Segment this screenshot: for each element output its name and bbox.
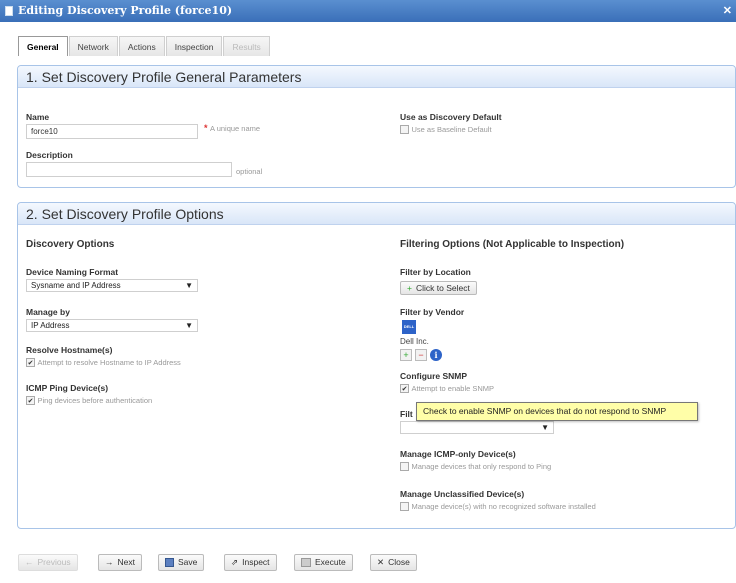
required-flag-icon: * bbox=[204, 123, 208, 133]
dell-logo-icon: DELL bbox=[402, 320, 416, 334]
close-icon: ✕ bbox=[377, 557, 385, 567]
filter-vendor-label: Filter by Vendor bbox=[400, 307, 465, 317]
inspect-icon: ⇗ bbox=[231, 557, 239, 567]
baseline-default-label: Use as Baseline Default bbox=[411, 125, 492, 134]
unclassified-checkbox[interactable] bbox=[400, 502, 409, 512]
configure-snmp-label: Configure SNMP bbox=[400, 371, 468, 381]
add-vendor-icon[interactable]: + bbox=[400, 349, 412, 361]
naming-format-select[interactable]: Sysname and IP Address ▼ bbox=[26, 279, 198, 292]
configure-snmp-text: Attempt to enable SNMP bbox=[411, 384, 495, 393]
save-label: Save bbox=[178, 557, 198, 567]
description-input[interactable] bbox=[26, 162, 232, 177]
baseline-default-checkbox[interactable] bbox=[400, 125, 409, 135]
discovery-options-heading: Discovery Options bbox=[26, 239, 115, 250]
info-icon[interactable]: i bbox=[430, 349, 442, 361]
save-icon bbox=[165, 558, 174, 567]
unclassified-label: Manage Unclassified Device(s) bbox=[400, 489, 525, 499]
icmp-ping-text: Ping devices before authentication bbox=[37, 396, 153, 405]
section-general-parameters: 1. Set Discovery Profile General Paramet… bbox=[17, 65, 736, 188]
configure-snmp-option: Attempt to enable SNMP bbox=[400, 383, 495, 394]
save-button[interactable]: Save bbox=[158, 554, 205, 571]
unclassified-text: Manage device(s) with no recognized soft… bbox=[411, 502, 596, 511]
icmp-ping-option: Ping devices before authentication bbox=[26, 395, 153, 406]
resolve-hostname-label: Resolve Hostname(s) bbox=[26, 345, 113, 355]
arrow-left-icon: ← bbox=[25, 557, 34, 567]
icmp-only-checkbox[interactable] bbox=[400, 462, 409, 472]
next-button[interactable]: → Next bbox=[98, 554, 142, 571]
document-icon bbox=[5, 6, 13, 16]
description-label: Description bbox=[26, 150, 73, 160]
arrow-right-icon: → bbox=[105, 557, 114, 567]
dropdown-arrow-icon: ▼ bbox=[185, 281, 193, 290]
section-1-title: 1. Set Discovery Profile General Paramet… bbox=[18, 66, 735, 88]
icmp-ping-checkbox[interactable] bbox=[26, 396, 35, 406]
remove-vendor-icon[interactable]: − bbox=[415, 349, 427, 361]
tab-inspection[interactable]: Inspection bbox=[165, 36, 223, 56]
configure-snmp-checkbox[interactable] bbox=[400, 384, 409, 394]
name-label: Name bbox=[26, 112, 50, 122]
tab-general[interactable]: General bbox=[18, 36, 68, 56]
description-hint: optional bbox=[236, 167, 263, 176]
filtering-options-heading: Filtering Options (Not Applicable to Ins… bbox=[400, 239, 625, 250]
close-label: Close bbox=[388, 557, 410, 567]
vendor-name: Dell Inc. bbox=[400, 337, 429, 346]
manage-by-label: Manage by bbox=[26, 307, 70, 317]
name-hint: A unique name bbox=[210, 124, 261, 133]
snmp-tooltip: Check to enable SNMP on devices that do … bbox=[416, 402, 698, 421]
icmp-ping-label: ICMP Ping Device(s) bbox=[26, 383, 109, 393]
naming-format-value: Sysname and IP Address bbox=[31, 281, 121, 290]
tab-network[interactable]: Network bbox=[68, 36, 118, 56]
window-title: Editing Discovery Profile (force10) bbox=[18, 4, 233, 17]
execute-label: Execute bbox=[315, 557, 346, 567]
baseline-default-option: Use as Baseline Default bbox=[400, 124, 492, 135]
filter-select[interactable]: ▼ bbox=[400, 421, 554, 434]
tab-bar: General Network Actions Inspection Resul… bbox=[18, 36, 270, 56]
section-discovery-options: 2. Set Discovery Profile Options Discove… bbox=[17, 202, 736, 529]
dropdown-arrow-icon: ▼ bbox=[541, 423, 549, 432]
previous-button[interactable]: ← Previous bbox=[18, 554, 78, 571]
icmp-only-option: Manage devices that only respond to Ping bbox=[400, 461, 552, 472]
manage-by-select[interactable]: IP Address ▼ bbox=[26, 319, 198, 332]
inspect-button[interactable]: ⇗ Inspect bbox=[224, 554, 277, 571]
plus-icon: + bbox=[407, 283, 412, 293]
unclassified-option: Manage device(s) with no recognized soft… bbox=[400, 501, 596, 512]
close-button[interactable]: ✕ Close bbox=[370, 554, 417, 571]
resolve-hostname-checkbox[interactable] bbox=[26, 358, 35, 368]
naming-format-label: Device Naming Format bbox=[26, 267, 119, 277]
select-location-label: Click to Select bbox=[415, 283, 470, 293]
filter-location-label: Filter by Location bbox=[400, 267, 471, 277]
action-bar: ← Previous → Next Save ⇗ Inspect Execute… bbox=[0, 544, 736, 583]
next-label: Next bbox=[117, 557, 135, 567]
tab-actions[interactable]: Actions bbox=[118, 36, 165, 56]
previous-label: Previous bbox=[37, 557, 71, 567]
execute-button[interactable]: Execute bbox=[294, 554, 353, 571]
window-close-icon[interactable]: ✕ bbox=[723, 4, 732, 17]
resolve-hostname-option: Attempt to resolve Hostname to IP Addres… bbox=[26, 357, 181, 368]
window-titlebar: Editing Discovery Profile (force10) ✕ bbox=[0, 0, 736, 22]
select-location-button[interactable]: + Click to Select bbox=[400, 281, 477, 295]
execute-icon bbox=[301, 558, 311, 567]
tab-results[interactable]: Results bbox=[223, 36, 270, 56]
filter-partial-label: Filt bbox=[400, 409, 413, 419]
name-required-marker: * A unique name bbox=[204, 123, 260, 133]
inspect-label: Inspect bbox=[242, 557, 270, 567]
resolve-hostname-text: Attempt to resolve Hostname to IP Addres… bbox=[37, 358, 181, 367]
icmp-only-text: Manage devices that only respond to Ping bbox=[411, 462, 552, 471]
icmp-only-label: Manage ICMP-only Device(s) bbox=[400, 449, 516, 459]
manage-by-value: IP Address bbox=[31, 321, 70, 330]
discovery-default-label: Use as Discovery Default bbox=[400, 112, 502, 122]
name-input[interactable]: force10 bbox=[26, 124, 198, 139]
section-2-title: 2. Set Discovery Profile Options bbox=[18, 203, 735, 225]
vendor-actions: + − i bbox=[400, 349, 442, 361]
dropdown-arrow-icon: ▼ bbox=[185, 321, 193, 330]
